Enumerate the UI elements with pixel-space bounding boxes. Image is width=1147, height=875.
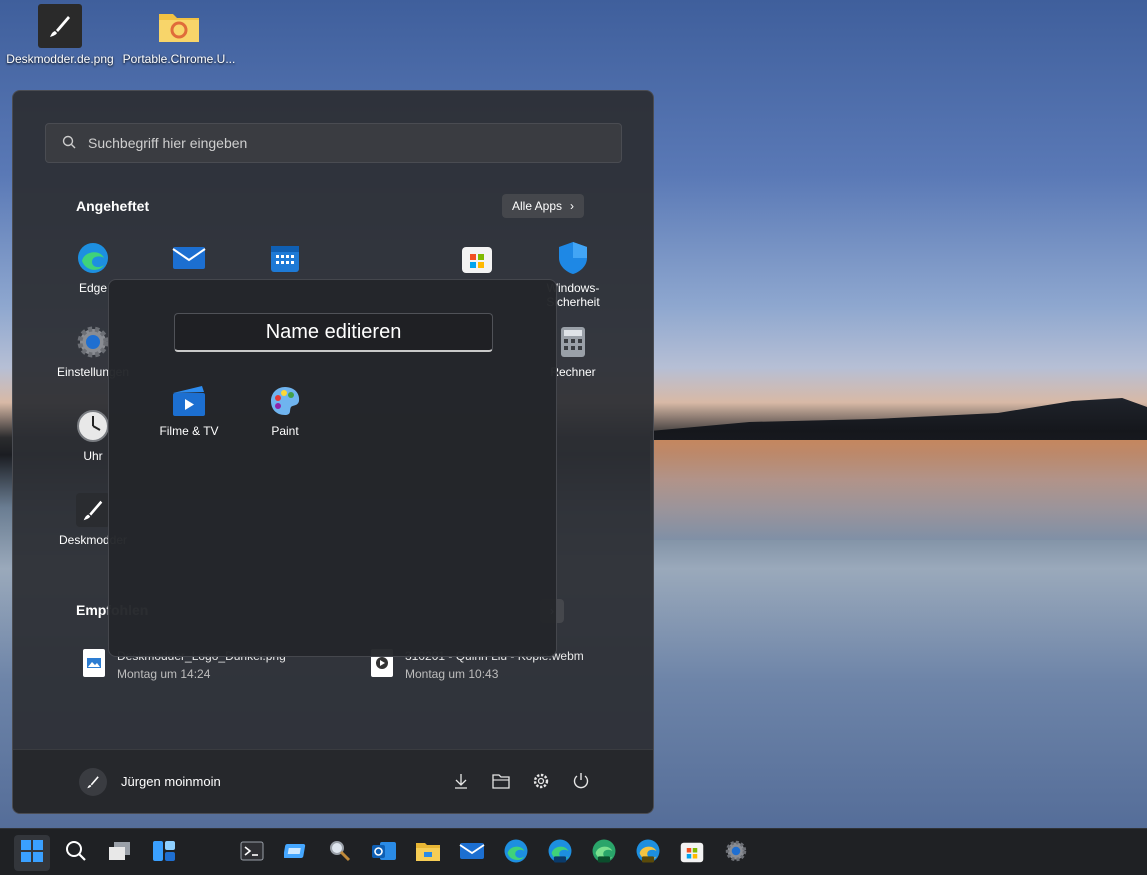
calendar-icon bbox=[268, 241, 302, 275]
all-apps-button[interactable]: Alle Apps › bbox=[502, 194, 585, 218]
app-button[interactable] bbox=[278, 835, 314, 871]
gear-icon bbox=[76, 325, 110, 359]
taskbar-search-button[interactable] bbox=[58, 835, 94, 871]
task-view-icon bbox=[108, 840, 132, 867]
avatar[interactable] bbox=[79, 768, 107, 796]
start-button[interactable] bbox=[14, 835, 50, 871]
edge-beta-button[interactable] bbox=[542, 835, 578, 871]
store-icon bbox=[680, 839, 704, 868]
folder-app-label: Paint bbox=[271, 424, 299, 438]
edge-beta-icon bbox=[547, 838, 573, 869]
app-window-icon bbox=[283, 841, 308, 866]
desktop-icon-label: Portable.Chrome.U... bbox=[122, 52, 236, 66]
outlook-icon bbox=[371, 840, 397, 867]
edge-icon bbox=[503, 838, 529, 869]
store-button[interactable] bbox=[674, 835, 710, 871]
desktop-icon-deskmodder[interactable]: Deskmodder.de.png bbox=[2, 4, 118, 66]
desktop-icon-label: Deskmodder.de.png bbox=[6, 52, 114, 66]
recommended-item-time: Montag um 10:43 bbox=[405, 667, 499, 681]
power-button[interactable] bbox=[569, 770, 593, 794]
explorer-button[interactable] bbox=[489, 770, 513, 794]
image-file-icon bbox=[83, 649, 105, 677]
edge-icon bbox=[76, 241, 110, 275]
pinned-app-mail[interactable] bbox=[143, 241, 235, 281]
downloads-button[interactable] bbox=[449, 770, 473, 794]
mail-button[interactable] bbox=[454, 835, 490, 871]
movies-tv-icon bbox=[172, 384, 206, 418]
settings-button[interactable] bbox=[529, 770, 553, 794]
user-name[interactable]: Jürgen moinmoin bbox=[121, 774, 221, 789]
search-icon bbox=[65, 840, 87, 867]
paint-palette-icon bbox=[268, 384, 302, 418]
widgets-button[interactable] bbox=[146, 835, 182, 871]
edge-dev-button[interactable] bbox=[586, 835, 622, 871]
calculator-icon bbox=[556, 325, 590, 359]
pinned-app-calendar[interactable] bbox=[239, 241, 331, 281]
folder-icon bbox=[492, 773, 510, 792]
recommended-item-time: Montag um 14:24 bbox=[117, 667, 211, 681]
brush-icon bbox=[38, 4, 82, 48]
terminal-icon bbox=[240, 841, 264, 866]
folder-app-movies[interactable]: Filme & TV bbox=[143, 384, 235, 438]
edge-canary-button[interactable] bbox=[630, 835, 666, 871]
gear-icon bbox=[724, 839, 748, 868]
pinned-folder-popup: Filme & TV Paint bbox=[108, 279, 557, 657]
widgets-icon bbox=[152, 840, 176, 867]
folder-app-label: Filme & TV bbox=[159, 424, 219, 438]
task-view-button[interactable] bbox=[102, 835, 138, 871]
search-box[interactable]: Suchbegriff hier eingeben bbox=[45, 123, 622, 163]
start-footer: Jürgen moinmoin bbox=[13, 749, 653, 813]
store-icon bbox=[460, 241, 494, 275]
wallpaper-sunset-reflection bbox=[650, 440, 1147, 540]
terminal-button[interactable] bbox=[234, 835, 270, 871]
mail-icon bbox=[459, 841, 485, 866]
folder-icon bbox=[157, 4, 201, 48]
settings-taskbar-button[interactable] bbox=[718, 835, 754, 871]
brush-icon bbox=[76, 493, 110, 527]
taskbar bbox=[0, 828, 1147, 875]
clock-icon bbox=[76, 409, 110, 443]
edge-canary-icon bbox=[635, 838, 661, 869]
windows-logo-icon bbox=[21, 839, 43, 867]
outlook-button[interactable] bbox=[366, 835, 402, 871]
pinned-app-store[interactable] bbox=[431, 241, 523, 281]
desktop-icon-portable-chrome[interactable]: Portable.Chrome.U... bbox=[121, 4, 237, 66]
file-explorer-button[interactable] bbox=[410, 835, 446, 871]
download-icon bbox=[453, 773, 469, 792]
folder-app-paint[interactable]: Paint bbox=[239, 384, 331, 438]
edge-dev-icon bbox=[591, 838, 617, 869]
search-placeholder: Suchbegriff hier eingeben bbox=[88, 135, 248, 151]
power-icon bbox=[572, 772, 590, 793]
search-icon bbox=[62, 135, 76, 152]
gear-icon bbox=[532, 772, 550, 793]
pinned-title: Angeheftet bbox=[76, 198, 150, 214]
folder-name-input[interactable] bbox=[174, 313, 493, 352]
shield-icon bbox=[556, 241, 590, 275]
edge-button[interactable] bbox=[498, 835, 534, 871]
mail-icon bbox=[172, 241, 206, 275]
chevron-right-icon: › bbox=[570, 199, 575, 213]
magnifier-button[interactable] bbox=[322, 835, 358, 871]
all-apps-label: Alle Apps bbox=[512, 199, 563, 213]
folder-icon bbox=[415, 840, 441, 867]
magnifier-icon bbox=[328, 839, 352, 868]
